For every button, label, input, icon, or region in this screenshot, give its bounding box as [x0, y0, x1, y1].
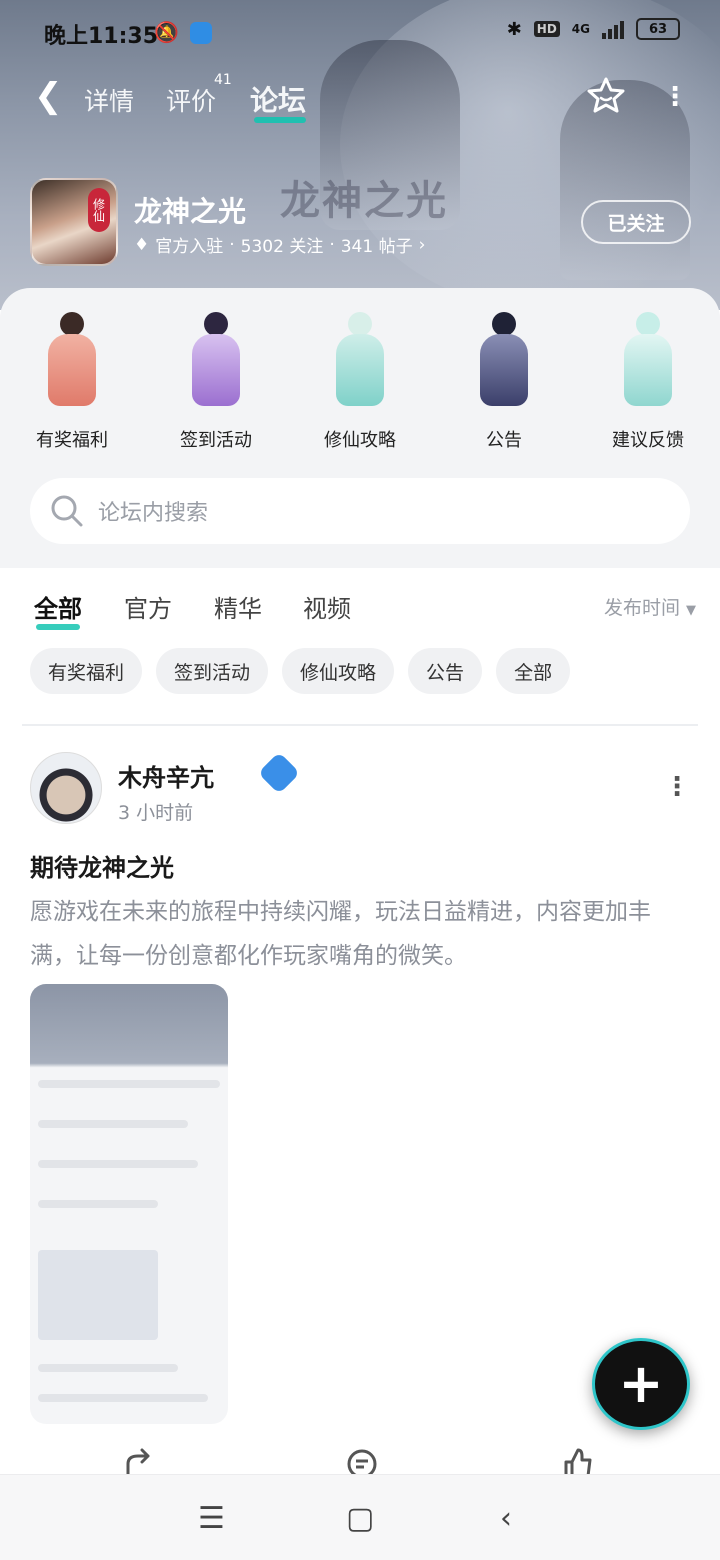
forum-page: 龙神之光 晚上11:35 🔕 ✱ HD 4G 63 ❮ 详情 评价 41 论坛 … [0, 0, 720, 1560]
game-icon-tag: 修仙 [88, 188, 110, 232]
back-triangle-icon[interactable]: ‹ [500, 1501, 512, 1536]
tab-details[interactable]: 详情 [84, 82, 134, 118]
tab-reviews[interactable]: 评价 [166, 82, 216, 118]
sort-dropdown[interactable]: 发布时间 ▼ [604, 593, 696, 620]
verified-badge-icon [257, 751, 301, 795]
status-bar: 晚上11:35 🔕 ✱ HD 4G 63 [0, 0, 720, 66]
diamond-icon: ♦ [134, 234, 150, 255]
back-icon[interactable]: ❮ [34, 76, 63, 116]
filter-tab-all[interactable]: 全部 [34, 589, 82, 630]
chip-announcements[interactable]: 公告 [408, 648, 483, 694]
status-time: 晚上11:35 [44, 24, 159, 49]
network-type: 4G [571, 22, 590, 36]
category-chips: 有奖福利 签到活动 修仙攻略 公告 全部 [30, 648, 571, 694]
chip-checkin[interactable]: 签到活动 [156, 648, 269, 694]
category-grid: 有奖福利 签到活动 修仙攻略 公告 建议反馈 [0, 308, 720, 452]
category-card: 有奖福利 签到活动 修仙攻略 公告 建议反馈 论坛内搜索 [0, 288, 720, 568]
post-title[interactable]: 期待龙神之光 [30, 848, 174, 883]
category-rewards[interactable]: 有奖福利 [0, 308, 144, 452]
menu-icon[interactable]: ☰ [198, 1501, 225, 1536]
chevron-right-icon: › [418, 234, 426, 255]
filter-tab-video[interactable]: 视频 [303, 589, 351, 624]
system-nav-bar: ☰ ▢ ‹ [0, 1474, 720, 1560]
category-checkin[interactable]: 签到活动 [144, 308, 288, 452]
follow-button[interactable]: 已关注 [581, 200, 691, 244]
filter-tab-official[interactable]: 官方 [124, 589, 172, 624]
banner-watermark: 龙神之光 [280, 177, 448, 224]
post-author[interactable]: 木舟辛亢 [118, 758, 214, 793]
post-body[interactable]: 愿游戏在未来的旅程中持续闪耀，玩法日益精进，内容更加丰满，让每一份创意都化作玩家… [30, 890, 690, 978]
search-icon [51, 495, 83, 527]
category-announcements[interactable]: 公告 [432, 308, 576, 452]
home-square-icon[interactable]: ▢ [346, 1501, 374, 1536]
create-post-button[interactable]: + [592, 1338, 690, 1430]
checkin-character-image [174, 308, 258, 412]
bell-muted-icon: 🔕 [154, 20, 179, 44]
game-icon[interactable]: 修仙 [30, 178, 118, 266]
signal-icon [602, 19, 624, 39]
category-guides[interactable]: 修仙攻略 [288, 308, 432, 452]
guides-character-image [318, 308, 402, 412]
hd-icon: HD [533, 21, 560, 37]
search-placeholder: 论坛内搜索 [98, 501, 209, 526]
game-meta[interactable]: ♦ 官方入驻 · 5302 关注 · 341 帖子 › [134, 232, 426, 258]
announcements-character-image [462, 308, 546, 412]
filter-tabs: 全部 官方 精华 视频 发布时间 ▼ [0, 585, 720, 635]
rewards-character-image [30, 308, 114, 412]
bluetooth-icon: ✱ [506, 18, 522, 40]
chip-guides[interactable]: 修仙攻略 [282, 648, 395, 694]
chip-rewards[interactable]: 有奖福利 [30, 648, 143, 694]
feedback-character-image [606, 308, 690, 412]
tab-forum[interactable]: 论坛 [250, 79, 307, 123]
post-time: 3 小时前 [118, 802, 194, 824]
plus-icon: + [618, 1352, 664, 1415]
forum-search-input[interactable]: 论坛内搜索 [30, 478, 690, 544]
chip-all[interactable]: 全部 [496, 648, 571, 694]
star-face-icon[interactable] [586, 76, 626, 120]
caret-down-icon: ▼ [686, 603, 696, 618]
post-action-bar [0, 1440, 720, 1478]
post-screenshot-image[interactable] [30, 984, 228, 1424]
avatar[interactable] [30, 752, 102, 824]
game-name[interactable]: 龙神之光 [134, 190, 246, 230]
more-vertical-icon[interactable]: ⋮ [662, 82, 688, 112]
category-feedback[interactable]: 建议反馈 [576, 308, 720, 452]
top-nav: ❮ 详情 评价 41 论坛 ⋮ [0, 70, 720, 130]
battery-icon: 63 [636, 18, 680, 40]
post-more-icon[interactable]: ⋮ [664, 772, 690, 802]
divider [22, 724, 698, 726]
reviews-count: 41 [214, 72, 232, 88]
notification-app-icon [190, 22, 212, 44]
filter-tab-featured[interactable]: 精华 [214, 589, 262, 624]
